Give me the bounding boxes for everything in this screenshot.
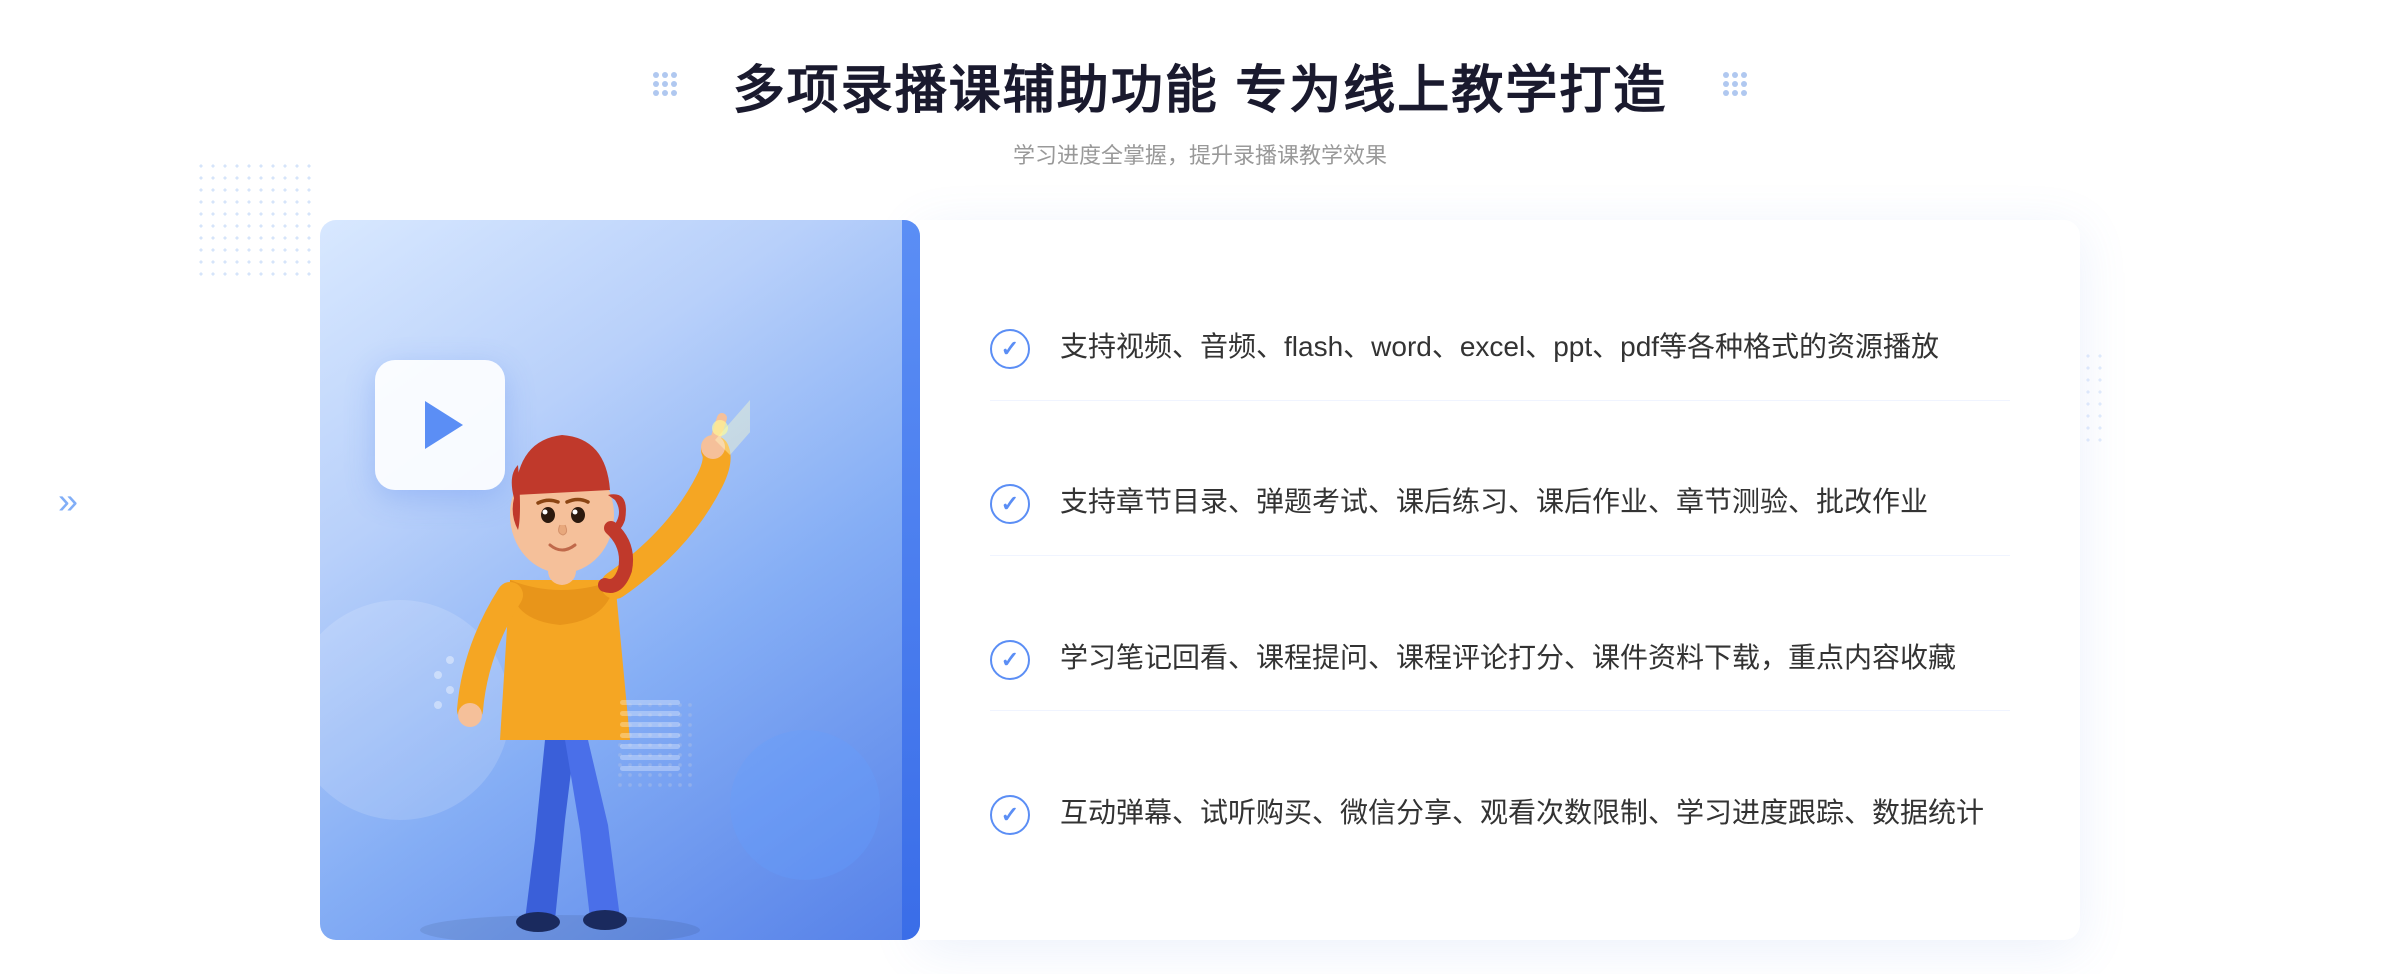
feature-item-4: ✓ 互动弹幕、试听购买、微信分享、观看次数限制、学习进度跟踪、数据统计 <box>990 761 2010 866</box>
chevron-left-decoration: » <box>58 480 78 522</box>
bg-dots-left <box>195 160 315 280</box>
check-circle-2: ✓ <box>990 484 1030 524</box>
dot-grid-icon-left <box>653 72 677 96</box>
stripes-decoration <box>620 700 680 790</box>
header-dots-right <box>1723 72 1747 96</box>
feature-item-2: ✓ 支持章节目录、弹题考试、课后练习、课后作业、章节测验、批改作业 <box>990 450 2010 556</box>
feature-text-4: 互动弹幕、试听购买、微信分享、观看次数限制、学习进度跟踪、数据统计 <box>1060 791 1984 836</box>
check-circle-3: ✓ <box>990 640 1030 680</box>
circle-decoration-2 <box>730 730 880 880</box>
sub-title: 学习进度全掌握，提升录播课教学效果 <box>733 138 1667 170</box>
check-mark-3: ✓ <box>1001 649 1019 671</box>
header-section: 多项录播课辅助功能 专为线上教学打造 学习进度全掌握，提升录播课教学效果 <box>733 60 1667 170</box>
feature-item-1: ✓ 支持视频、音频、flash、word、excel、ppt、pdf等各种格式的… <box>990 295 2010 401</box>
check-icon-3: ✓ <box>990 640 1030 680</box>
check-icon-1: ✓ <box>990 329 1030 369</box>
page-container: » 多项录播课辅助功能 专为线上教学打造 学习进度全掌握，提升录播课教学效果 <box>0 0 2400 974</box>
check-mark-2: ✓ <box>1001 493 1019 515</box>
right-content-panel: ✓ 支持视频、音频、flash、word、excel、ppt、pdf等各种格式的… <box>920 220 2080 940</box>
blue-bar <box>902 220 920 940</box>
header-dots-left <box>653 72 677 96</box>
main-title: 多项录播课辅助功能 专为线上教学打造 <box>733 60 1667 122</box>
left-image-area <box>320 220 920 940</box>
check-circle-1: ✓ <box>990 329 1030 369</box>
feature-text-2: 支持章节目录、弹题考试、课后练习、课后作业、章节测验、批改作业 <box>1060 480 1928 525</box>
check-icon-4: ✓ <box>990 795 1030 835</box>
feature-text-1: 支持视频、音频、flash、word、excel、ppt、pdf等各种格式的资源… <box>1060 325 1939 370</box>
check-circle-4: ✓ <box>990 795 1030 835</box>
feature-item-3: ✓ 学习笔记回看、课程提问、课程评论打分、课件资料下载，重点内容收藏 <box>990 606 2010 712</box>
person-illustration <box>370 360 750 940</box>
feature-text-3: 学习笔记回看、课程提问、课程评论打分、课件资料下载，重点内容收藏 <box>1060 636 1956 681</box>
content-area: ✓ 支持视频、音频、flash、word、excel、ppt、pdf等各种格式的… <box>320 220 2080 940</box>
dot-grid-icon-right <box>1723 72 1747 96</box>
check-icon-2: ✓ <box>990 484 1030 524</box>
check-mark-1: ✓ <box>1001 338 1019 360</box>
check-mark-4: ✓ <box>1001 804 1019 826</box>
